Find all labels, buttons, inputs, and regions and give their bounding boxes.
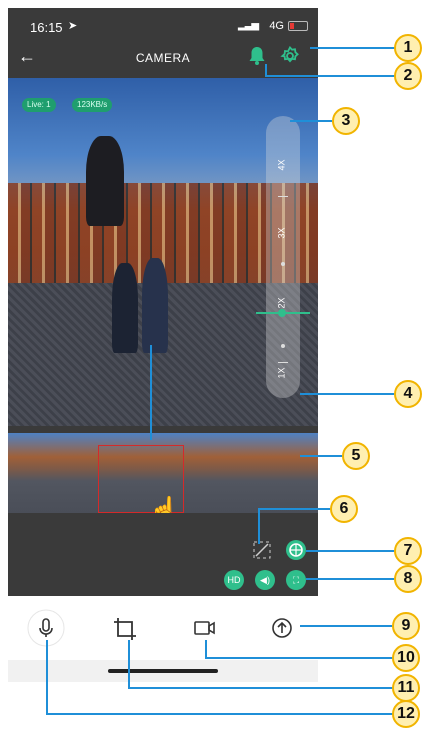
zoom-tick <box>278 362 288 363</box>
callout-line-11 <box>128 640 130 688</box>
control-row: HD ◀) ⛶ <box>8 518 318 596</box>
upload-icon[interactable] <box>262 608 302 648</box>
hd-button[interactable]: HD <box>224 570 244 590</box>
callout-line-8 <box>306 578 394 580</box>
callout-line-12 <box>46 713 393 715</box>
callout-3: 3 <box>332 107 360 135</box>
bottom-action-bar <box>8 600 318 658</box>
fullscreen-icon[interactable]: ⛶ <box>286 570 306 590</box>
panorama-minimap[interactable]: ☝ <box>8 433 318 513</box>
status-bar: 16:15 ➤ ▂▃▅ 4G <box>8 8 318 40</box>
location-arrow-icon: ➤ <box>68 20 78 32</box>
callout-9: 9 <box>392 612 420 640</box>
status-time: 16:15 <box>30 20 63 35</box>
gear-icon[interactable] <box>280 45 300 71</box>
live-badge: Live: 1 <box>22 98 56 112</box>
callout-line-2 <box>265 75 396 77</box>
callout-8: 8 <box>394 565 422 593</box>
video-person <box>142 258 168 353</box>
zoom-dot <box>281 262 285 266</box>
bell-icon[interactable] <box>248 46 266 71</box>
callout-line-4 <box>300 393 394 395</box>
signal-icon: ▂▃▅ <box>238 20 259 31</box>
callout-line-7 <box>306 550 394 552</box>
zoom-label-1x: 1X <box>276 367 287 379</box>
bitrate-badge: 123KB/s <box>72 98 113 112</box>
callout-12: 12 <box>392 700 420 728</box>
speaker-icon[interactable]: ◀) <box>255 570 275 590</box>
callout-line-1 <box>310 47 396 49</box>
video-statue <box>86 136 124 226</box>
callout-line-9 <box>300 625 392 627</box>
callout-2: 2 <box>394 62 422 90</box>
callout-10: 10 <box>392 644 420 672</box>
callout-1: 1 <box>394 34 422 62</box>
ptz-off-icon[interactable] <box>252 540 272 560</box>
callout-line-6 <box>258 508 330 510</box>
minimap-pointer-line <box>150 345 152 440</box>
video-person <box>112 263 138 353</box>
callout-line-12 <box>46 640 48 714</box>
page-title: CAMERA <box>135 51 191 65</box>
callout-line-5 <box>300 455 342 457</box>
zoom-label-2x: 2X <box>276 297 287 309</box>
live-video-view[interactable]: Live: 1 123KB/s 4X 3X 2X 1X <box>8 78 318 426</box>
zoom-tick <box>278 196 288 197</box>
home-indicator-area <box>8 660 318 682</box>
callout-4: 4 <box>394 380 422 408</box>
battery-icon <box>288 21 308 31</box>
callout-11: 11 <box>392 674 420 702</box>
callout-line-6 <box>258 508 260 544</box>
video-record-icon[interactable] <box>184 608 224 648</box>
callout-6: 6 <box>330 495 358 523</box>
home-indicator[interactable] <box>108 669 218 673</box>
navigation-bar: ← CAMERA <box>8 44 318 72</box>
callout-line-10 <box>205 657 393 659</box>
zoom-label-4x: 4X <box>276 159 287 171</box>
hand-pointer-icon: ☝ <box>148 495 181 513</box>
zoom-dot <box>281 344 285 348</box>
callout-7: 7 <box>394 537 422 565</box>
zoom-label-3x: 3X <box>276 227 287 239</box>
callout-5: 5 <box>342 442 370 470</box>
callout-line-11 <box>128 687 393 689</box>
network-label: 4G <box>269 20 284 32</box>
shutter-icon[interactable] <box>286 540 306 560</box>
callout-line-3 <box>290 120 332 122</box>
zoom-slider[interactable]: 4X 3X 2X 1X <box>256 116 310 398</box>
zoom-slider-thumb[interactable] <box>256 309 310 317</box>
crop-icon[interactable] <box>104 608 144 648</box>
callout-line-10 <box>205 640 207 658</box>
